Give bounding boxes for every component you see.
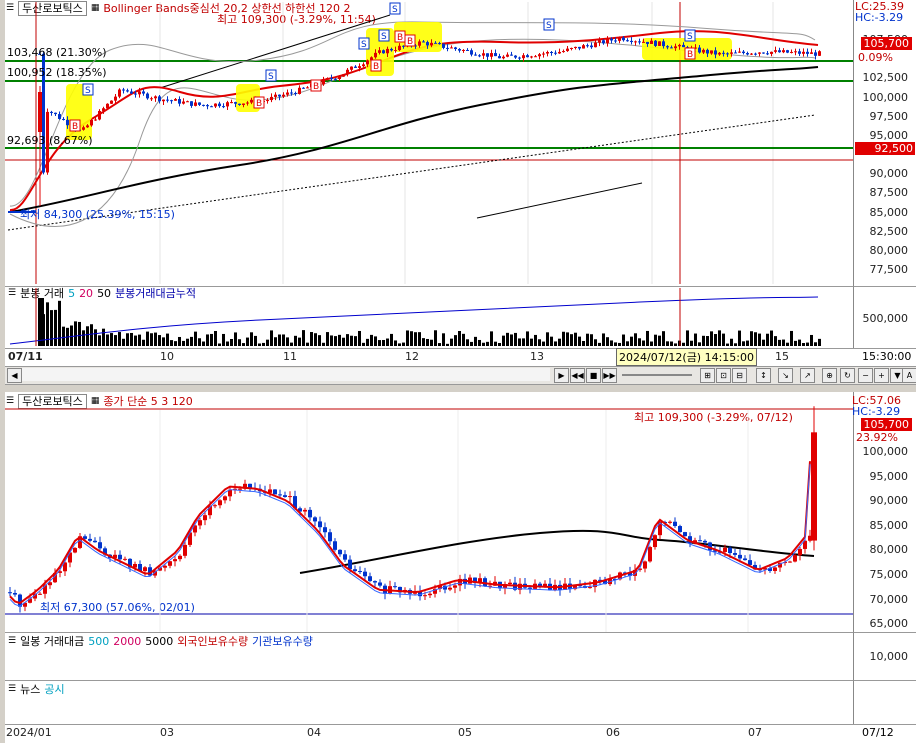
candle-body — [323, 527, 327, 533]
candle-body — [743, 558, 747, 561]
y-tick: 75,000 — [869, 568, 909, 581]
candle-body — [343, 554, 347, 560]
candle-body — [168, 561, 172, 566]
candle-body — [643, 561, 647, 569]
candle-body — [508, 582, 512, 585]
candle-body — [368, 576, 372, 582]
candle-body — [668, 521, 672, 523]
y-tick: 80,000 — [869, 543, 909, 557]
daily-end-label: 07/12 — [862, 726, 894, 739]
candle-body — [723, 547, 727, 552]
candle-body — [38, 593, 42, 595]
candle-body — [348, 559, 352, 570]
candle-body — [288, 496, 292, 498]
candle-body — [393, 586, 397, 588]
candle-body — [748, 560, 752, 565]
candle-body — [273, 489, 277, 495]
candle-body — [373, 581, 377, 583]
candle-body — [118, 554, 122, 560]
candle-body — [733, 553, 737, 555]
daily-volume-header: ☰ 일봉 거래대금 500 2000 5000 외국인보유수량 기관보유수량 — [8, 634, 313, 649]
candle-body — [13, 593, 17, 595]
candle-body — [798, 548, 802, 556]
candle-body — [328, 532, 332, 542]
candle-body — [283, 495, 287, 497]
candle-body — [313, 517, 317, 522]
candle-body — [238, 488, 242, 490]
x-label: 06 — [606, 726, 620, 739]
x-label: 2024/01 — [6, 726, 52, 739]
y-tick: 70,000 — [869, 592, 909, 606]
y-tick: 90,000 — [869, 494, 909, 508]
candle-body — [198, 520, 202, 526]
candle-body — [88, 538, 92, 541]
ma5-line — [9, 461, 811, 605]
y-tick: 100,000 — [862, 445, 909, 458]
candle-body — [588, 587, 592, 589]
x-label: 05 — [458, 726, 472, 739]
candle-body — [308, 509, 312, 518]
candle-body — [203, 515, 207, 521]
y-tick: 85,000 — [869, 518, 909, 532]
menu-icon[interactable]: ☰ — [8, 636, 16, 646]
candle-body — [653, 535, 657, 548]
y-tick: 95,000 — [869, 469, 909, 483]
candle-body — [423, 595, 427, 597]
ma120-line — [299, 529, 815, 574]
news-panel[interactable] — [5, 680, 853, 725]
candle-body — [793, 555, 797, 562]
x-label: 04 — [307, 726, 321, 739]
candle-body — [698, 540, 702, 542]
candle-body — [773, 567, 777, 571]
candle-body — [453, 585, 457, 588]
candle-body — [683, 532, 687, 537]
candle-body — [738, 554, 742, 559]
candle-body — [448, 587, 452, 590]
news-header: ☰ 뉴스 공시 — [8, 683, 65, 696]
candle-body — [223, 496, 227, 501]
candle-body — [428, 593, 432, 596]
candle-body — [338, 549, 342, 555]
x-label: 07 — [748, 726, 762, 739]
candle-body — [278, 494, 282, 496]
candle-body — [788, 561, 792, 563]
candle-body — [173, 559, 177, 562]
candle-body — [673, 521, 677, 527]
candle-body — [183, 544, 187, 556]
candle-body — [213, 505, 217, 507]
candle-body — [83, 536, 87, 539]
menu-icon[interactable]: ☰ — [8, 684, 16, 694]
candle-body — [378, 582, 382, 586]
candle-body — [358, 571, 362, 573]
candle-body — [678, 526, 682, 533]
candle-body — [728, 547, 732, 554]
candle-body — [353, 569, 357, 572]
news-axis — [853, 680, 916, 725]
candle-body — [178, 555, 182, 560]
daily-candles[interactable] — [0, 0, 916, 742]
candle-body — [123, 558, 127, 560]
candle-body — [73, 547, 77, 553]
candle-body — [703, 540, 707, 543]
candle-body — [93, 540, 97, 543]
candle-body — [218, 500, 222, 506]
candle-body — [333, 541, 337, 550]
x-label: 03 — [160, 726, 174, 739]
candle-body — [8, 592, 12, 594]
candle-body — [648, 547, 652, 562]
daily-volume-tick: 10,000 — [869, 650, 909, 663]
candle-body — [318, 521, 322, 528]
candle-body — [143, 567, 147, 572]
candle-body — [363, 571, 367, 577]
candle-body — [163, 565, 167, 568]
y-tick: 65,000 — [869, 617, 909, 631]
candle-body — [303, 509, 307, 512]
candle-body — [98, 542, 102, 549]
